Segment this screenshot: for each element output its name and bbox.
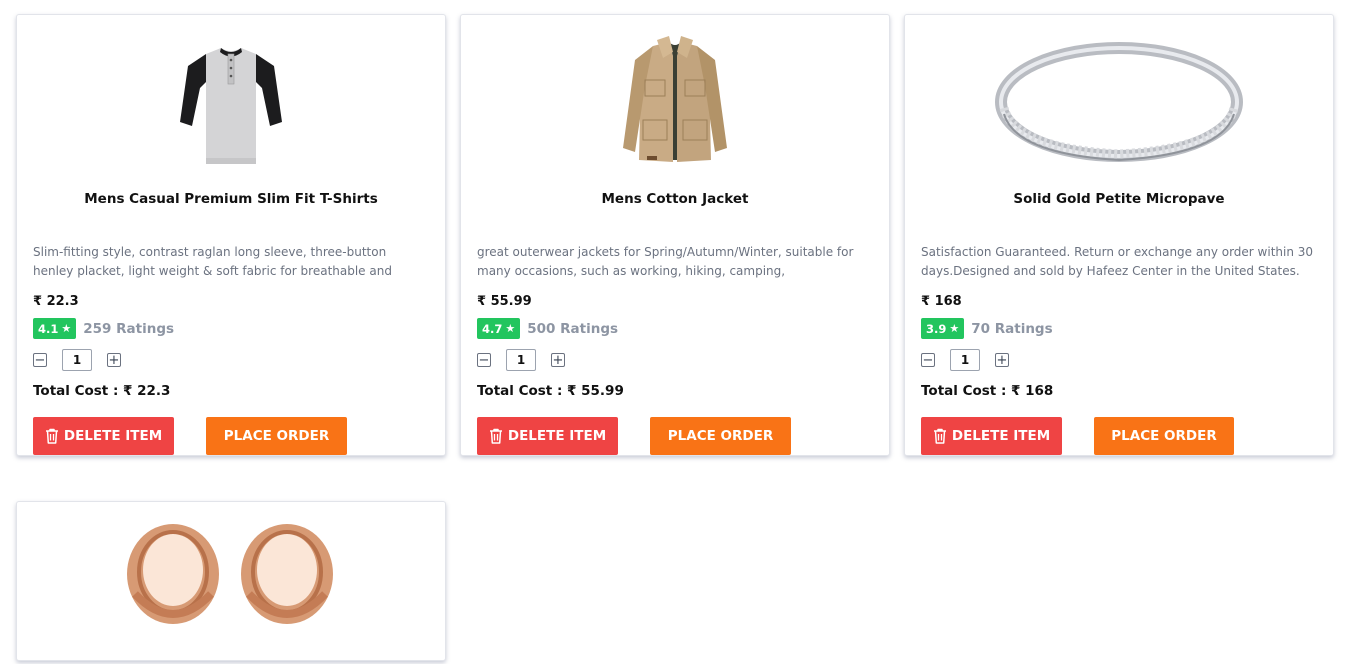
delete-item-label: DELETE ITEM xyxy=(507,428,607,444)
increase-quantity-button[interactable]: + xyxy=(107,353,121,367)
delete-item-label: DELETE ITEM xyxy=(951,428,1051,444)
ratings-count: 500 Ratings xyxy=(527,320,619,337)
product-description: Slim-fitting style, contrast raglan long… xyxy=(33,245,392,278)
product-card: Mens Casual Premium Slim Fit T-Shirts Sl… xyxy=(16,14,446,456)
rating-row: 4.7 ★ 500 Ratings xyxy=(477,318,873,339)
decrease-quantity-button[interactable]: − xyxy=(477,353,491,367)
delete-item-button[interactable]: DELETE ITEM xyxy=(477,417,618,455)
cart-grid: Mens Casual Premium Slim Fit T-Shirts Sl… xyxy=(0,0,1345,661)
quantity-field[interactable]: 1 xyxy=(950,349,980,371)
trash-icon xyxy=(933,428,946,444)
delete-item-button[interactable]: DELETE ITEM xyxy=(921,417,1062,455)
card-actions: DELETE ITEM PLACE ORDER xyxy=(33,417,429,455)
product-card: Mens Cotton Jacket great outerwear jacke… xyxy=(460,14,890,456)
rating-value: 3.9 xyxy=(926,321,947,336)
decrease-quantity-button[interactable]: − xyxy=(33,353,47,367)
star-icon: ★ xyxy=(505,322,516,335)
ratings-count: 259 Ratings xyxy=(83,320,175,337)
trash-icon xyxy=(489,428,502,444)
card-actions: DELETE ITEM PLACE ORDER xyxy=(477,417,873,455)
delete-item-label: DELETE ITEM xyxy=(63,428,163,444)
trash-icon xyxy=(45,428,58,444)
quantity-field[interactable]: 1 xyxy=(506,349,536,371)
rating-badge: 4.7 ★ xyxy=(477,318,521,339)
place-order-button[interactable]: PLACE ORDER xyxy=(1094,417,1234,455)
ratings-count: 70 Ratings xyxy=(971,320,1053,337)
rating-row: 4.1 ★ 259 Ratings xyxy=(33,318,429,339)
product-image xyxy=(17,27,445,177)
product-image xyxy=(17,514,445,664)
product-image xyxy=(461,27,889,177)
quantity-stepper: − 1 + xyxy=(33,349,429,371)
product-card xyxy=(16,501,446,661)
rating-value: 4.7 xyxy=(482,321,503,336)
product-price: ₹ 168 xyxy=(921,294,962,309)
product-card: Solid Gold Petite Micropave Satisfaction… xyxy=(904,14,1334,456)
quantity-stepper: − 1 + xyxy=(921,349,1317,371)
rating-row: 3.9 ★ 70 Ratings xyxy=(921,318,1317,339)
place-order-button[interactable]: PLACE ORDER xyxy=(206,417,347,455)
rating-value: 4.1 xyxy=(38,321,59,336)
ring-image xyxy=(995,42,1243,162)
jacket-image xyxy=(623,36,727,162)
product-title: Solid Gold Petite Micropave xyxy=(1013,191,1225,207)
delete-item-button[interactable]: DELETE ITEM xyxy=(33,417,174,455)
decrease-quantity-button[interactable]: − xyxy=(921,353,935,367)
star-icon: ★ xyxy=(949,322,960,335)
rose-gold-tunnel-plugs-image xyxy=(127,524,333,624)
product-price: ₹ 55.99 xyxy=(477,294,532,309)
product-title: Mens Casual Premium Slim Fit T-Shirts xyxy=(84,191,378,207)
total-cost: Total Cost : ₹ 22.3 xyxy=(33,383,171,399)
total-cost: Total Cost : ₹ 168 xyxy=(921,383,1054,399)
product-description: Satisfaction Guaranteed. Return or excha… xyxy=(921,245,1314,278)
quantity-stepper: − 1 + xyxy=(477,349,873,371)
card-actions: DELETE ITEM PLACE ORDER xyxy=(921,417,1317,455)
star-icon: ★ xyxy=(61,322,72,335)
tshirt-image xyxy=(180,48,282,164)
product-image xyxy=(905,27,1333,177)
product-price: ₹ 22.3 xyxy=(33,294,79,309)
place-order-button[interactable]: PLACE ORDER xyxy=(650,417,791,455)
increase-quantity-button[interactable]: + xyxy=(995,353,1009,367)
product-title: Mens Cotton Jacket xyxy=(601,191,749,207)
product-description: great outerwear jackets for Spring/Autum… xyxy=(477,245,854,278)
total-cost: Total Cost : ₹ 55.99 xyxy=(477,383,624,399)
rating-badge: 4.1 ★ xyxy=(33,318,77,339)
increase-quantity-button[interactable]: + xyxy=(551,353,565,367)
rating-badge: 3.9 ★ xyxy=(921,318,965,339)
quantity-field[interactable]: 1 xyxy=(62,349,92,371)
